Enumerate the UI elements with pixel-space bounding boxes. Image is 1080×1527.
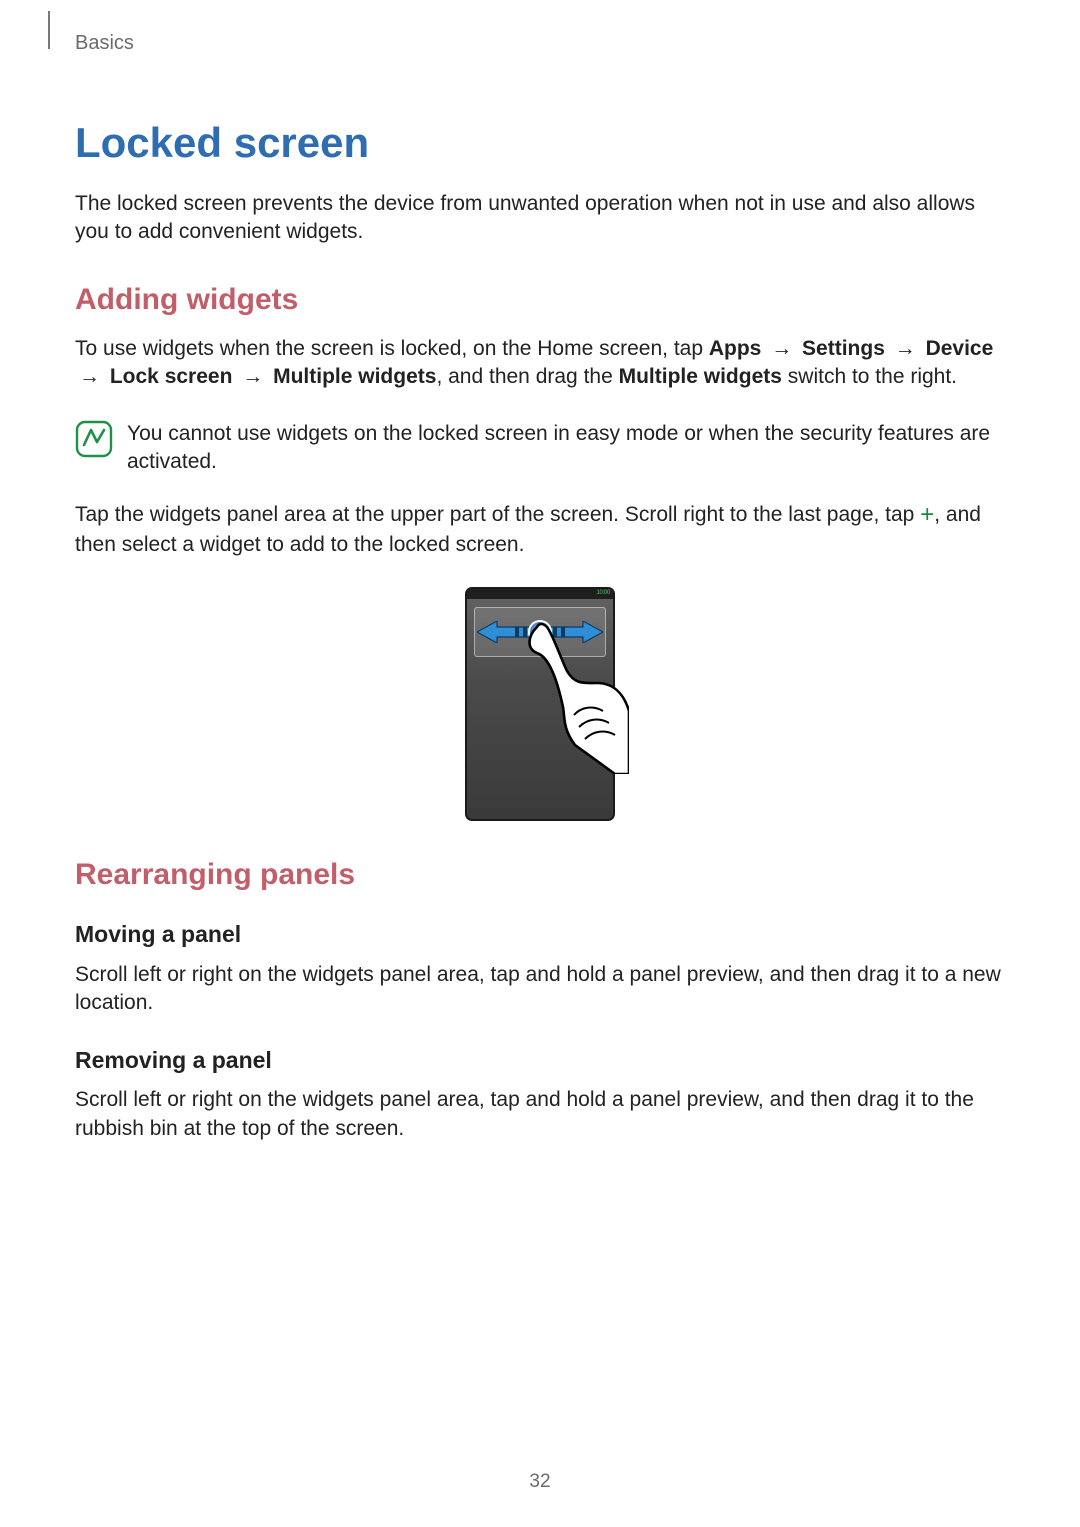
- text-run: To use widgets when the screen is locked…: [75, 337, 709, 360]
- arrow-right-glyph: →: [771, 337, 792, 360]
- ui-path-lock-screen: Lock screen: [110, 365, 233, 388]
- status-time: 10:00: [596, 589, 610, 597]
- text-run: Tap the widgets panel area at the upper …: [75, 503, 920, 526]
- text-run: , and then drag the: [436, 365, 618, 388]
- phone-screen: 10:00: [467, 589, 613, 819]
- note-icon: [75, 420, 113, 458]
- page-title: Locked screen: [75, 115, 1005, 172]
- arrow-right-glyph: →: [79, 365, 100, 388]
- ui-path-multiple-widgets: Multiple widgets: [273, 365, 436, 388]
- ui-label-multiple-widgets: Multiple widgets: [619, 365, 782, 388]
- adding-widgets-instructions: To use widgets when the screen is locked…: [75, 335, 1005, 392]
- page-number: 32: [0, 1469, 1080, 1495]
- plus-icon: +: [920, 499, 934, 531]
- subsection-moving-panel-heading: Moving a panel: [75, 919, 1005, 950]
- note-text: You cannot use widgets on the locked scr…: [127, 420, 1005, 477]
- status-bar: 10:00: [467, 589, 613, 599]
- manual-page: Basics Locked screen The locked screen p…: [0, 0, 1080, 1527]
- breadcrumb-rule: [48, 11, 50, 49]
- subsection-removing-panel-heading: Removing a panel: [75, 1045, 1005, 1076]
- ui-path-apps: Apps: [709, 337, 762, 360]
- breadcrumb: Basics: [75, 30, 1005, 57]
- ui-path-settings: Settings: [802, 337, 885, 360]
- tap-widgets-paragraph: Tap the widgets panel area at the upper …: [75, 498, 1005, 559]
- arrow-right-glyph: →: [895, 337, 916, 360]
- figure-swipe-widgets: 10:00: [75, 587, 1005, 821]
- section-rearranging-panels-heading: Rearranging panels: [75, 855, 1005, 896]
- removing-panel-body: Scroll left or right on the widgets pane…: [75, 1086, 1005, 1143]
- intro-paragraph: The locked screen prevents the device fr…: [75, 190, 1005, 247]
- text-run: switch to the right.: [782, 365, 957, 388]
- note-callout: You cannot use widgets on the locked scr…: [75, 420, 1005, 477]
- section-adding-widgets-heading: Adding widgets: [75, 280, 1005, 321]
- moving-panel-body: Scroll left or right on the widgets pane…: [75, 961, 1005, 1018]
- arrow-right-glyph: →: [242, 365, 263, 388]
- ui-path-device: Device: [926, 337, 994, 360]
- hand-icon: [519, 619, 629, 774]
- phone-frame: 10:00: [465, 587, 615, 821]
